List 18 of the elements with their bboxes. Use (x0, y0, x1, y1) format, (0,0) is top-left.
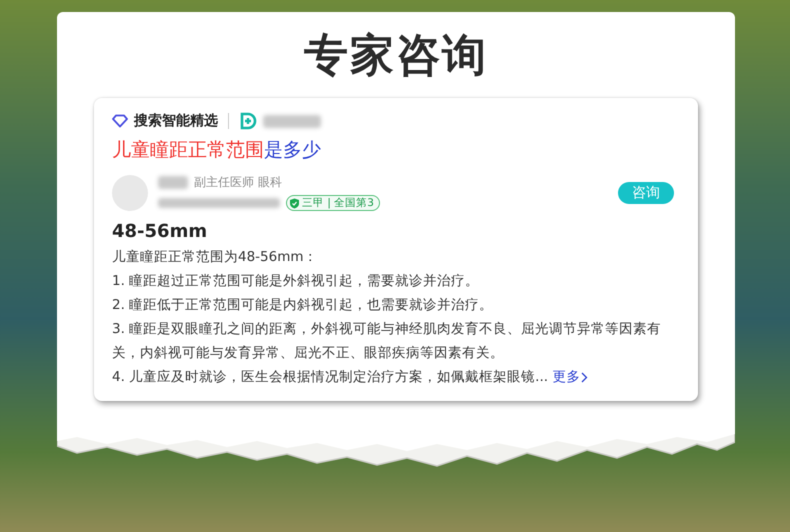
chevron-icon (581, 372, 588, 382)
answer-point: 1. 瞳距超过正常范围可能是外斜视引起，需要就诊并治疗。 (112, 272, 480, 291)
answer-point: 2. 瞳距低于正常范围可能是内斜视引起，也需要就诊并治疗。 (112, 296, 494, 315)
page-title: 专家咨询 (304, 29, 488, 83)
question-title[interactable]: 儿童瞳距正常范围是多少 (112, 136, 680, 164)
answer-point: 3. 瞳距是双眼瞳孔之间的距离，外斜视可能与神经肌肉发育不良、屈光调节异常等因素有关，内斜视可能与发育异常、屈光不正、眼部疾病等因素有关。 (112, 320, 662, 363)
answer-heading: 48-56mm (112, 221, 208, 242)
blurred-source-name (263, 114, 321, 128)
shield-icon (289, 198, 300, 208)
answer-intro: 儿童瞳距正常范围为48-56mm： (112, 248, 319, 267)
health-logo-icon (239, 112, 257, 130)
diamond-icon (112, 114, 128, 128)
answer-point: 4. 儿童应及时就诊，医生会根据情况制定治疗方案，如佩戴框架眼镜... 更多 (112, 365, 680, 389)
blurred-doctor-name (158, 176, 188, 189)
more-link[interactable]: 更多 (552, 365, 588, 389)
doctor-title: 副主任医师 眼科 (194, 174, 282, 191)
hospital-badge: 三甲 | 全国第3 (286, 195, 380, 211)
source-label: 搜索智能精选 (134, 112, 218, 130)
